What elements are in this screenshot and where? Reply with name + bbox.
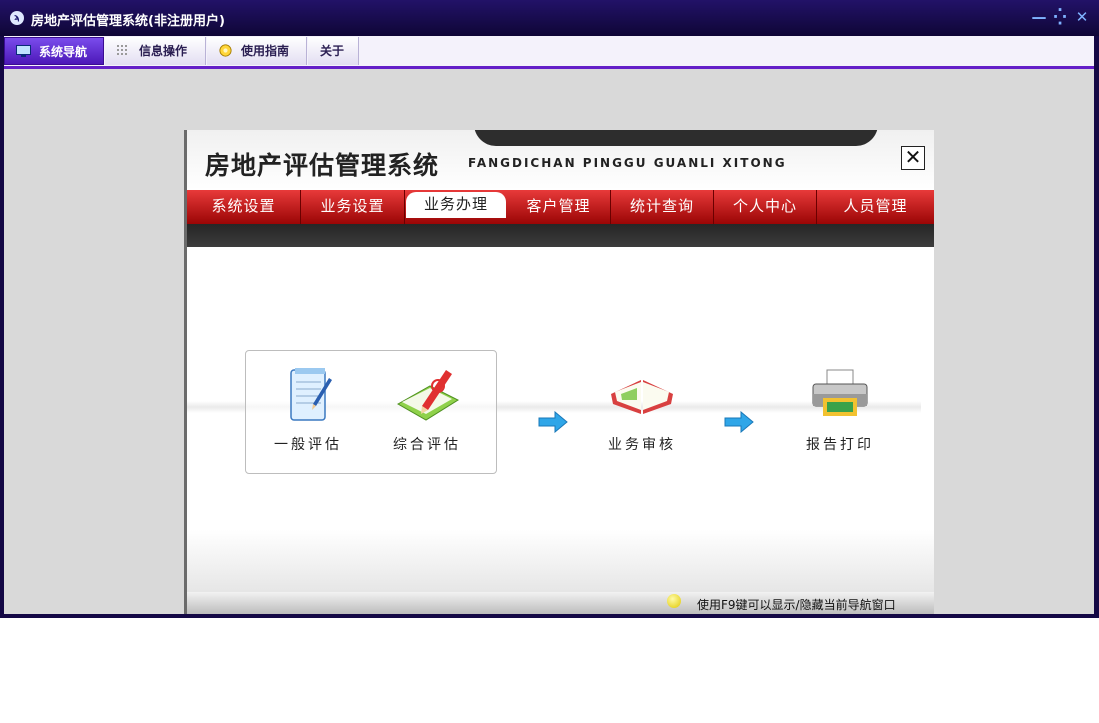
help-circle-icon [219, 44, 232, 57]
minimize-icon[interactable]: — [1031, 9, 1047, 25]
close-icon[interactable]: ✕ [1074, 9, 1090, 25]
printer-icon [812, 369, 868, 416]
system-title: 房地产评估管理系统 [205, 151, 440, 180]
menu-item-label: 关于 [320, 44, 345, 58]
flow-label: 综合评估 [393, 437, 461, 453]
nav-item-business-handling[interactable]: 业务办理 [406, 192, 506, 218]
business-review-button[interactable]: 业务审核 [597, 364, 687, 454]
comprehensive-assessment-button[interactable]: 综合评估 [382, 364, 472, 454]
menu-item-label: 系统导航 [39, 45, 88, 59]
flow-label: 业务审核 [608, 437, 676, 453]
flow-label: 一般评估 [274, 437, 342, 453]
menu-item-label: 信息操作 [139, 44, 188, 58]
report-print-button[interactable]: 报告打印 [795, 364, 885, 454]
nav-item-personal-center[interactable]: 个人中心 [714, 190, 817, 224]
notepad-pen-icon [290, 368, 332, 421]
flow-label: 报告打印 [806, 437, 874, 453]
menu-item-navigation[interactable]: 系统导航 [4, 37, 104, 65]
nav-item-business-settings[interactable]: 业务设置 [301, 190, 405, 224]
notebook-pencil-icon [396, 370, 460, 421]
panel-header: 房地产评估管理系统 FANGDICHAN PINGGU GUANLI XITON… [187, 130, 934, 190]
panel-close-button[interactable]: ✕ [901, 146, 925, 170]
open-book-icon [611, 380, 673, 414]
nav-item-system-settings[interactable]: 系统设置 [187, 190, 301, 224]
hint-bar: 使用F9键可以显示/隐藏当前导航窗口 [187, 592, 934, 614]
hint-text: 使用F9键可以显示/隐藏当前导航窗口 [697, 598, 896, 612]
general-assessment-button[interactable]: 一般评估 [263, 364, 353, 454]
title-bar: ϡ 房地产评估管理系统(非注册用户) — ⁛ ✕ [0, 0, 1099, 36]
arrow-right-icon [538, 411, 568, 433]
content-fade [187, 530, 934, 592]
monitor-icon [16, 45, 31, 57]
navigation-panel: 房地产评估管理系统 FANGDICHAN PINGGU GUANLI XITON… [184, 130, 934, 614]
nav-item-statistics[interactable]: 统计查询 [611, 190, 714, 224]
header-dark-strip [187, 224, 934, 247]
app-logo-icon: ϡ [10, 11, 24, 25]
module-nav: 系统设置 业务设置 业务办理 客户管理 统计查询 个人中心 人员管理 [187, 190, 934, 224]
menu-item-about[interactable]: 关于 [308, 37, 359, 65]
window-title: 房地产评估管理系统(非注册用户) [31, 14, 225, 29]
bulb-icon [667, 594, 681, 608]
app-window: ϡ 房地产评估管理系统(非注册用户) — ⁛ ✕ 系统导航 信息操作 使用指南 … [0, 0, 1099, 618]
restore-icon[interactable]: ⁛ [1052, 9, 1068, 25]
nav-item-customer-management[interactable]: 客户管理 [507, 190, 611, 224]
menu-item-label: 使用指南 [241, 44, 290, 58]
arrow-right-icon [724, 411, 754, 433]
menu-bar: 系统导航 信息操作 使用指南 关于 [4, 36, 1094, 69]
header-tab-decoration [474, 130, 878, 146]
system-pinyin: FANGDICHAN PINGGU GUANLI XITONG [468, 156, 787, 170]
menu-item-info-ops[interactable]: 信息操作 [105, 37, 206, 65]
grid-icon [117, 45, 127, 55]
workspace: 房地产评估管理系统 FANGDICHAN PINGGU GUANLI XITON… [4, 69, 1094, 614]
nav-item-staff-management[interactable]: 人员管理 [817, 190, 934, 224]
menu-item-guide[interactable]: 使用指南 [207, 37, 307, 65]
